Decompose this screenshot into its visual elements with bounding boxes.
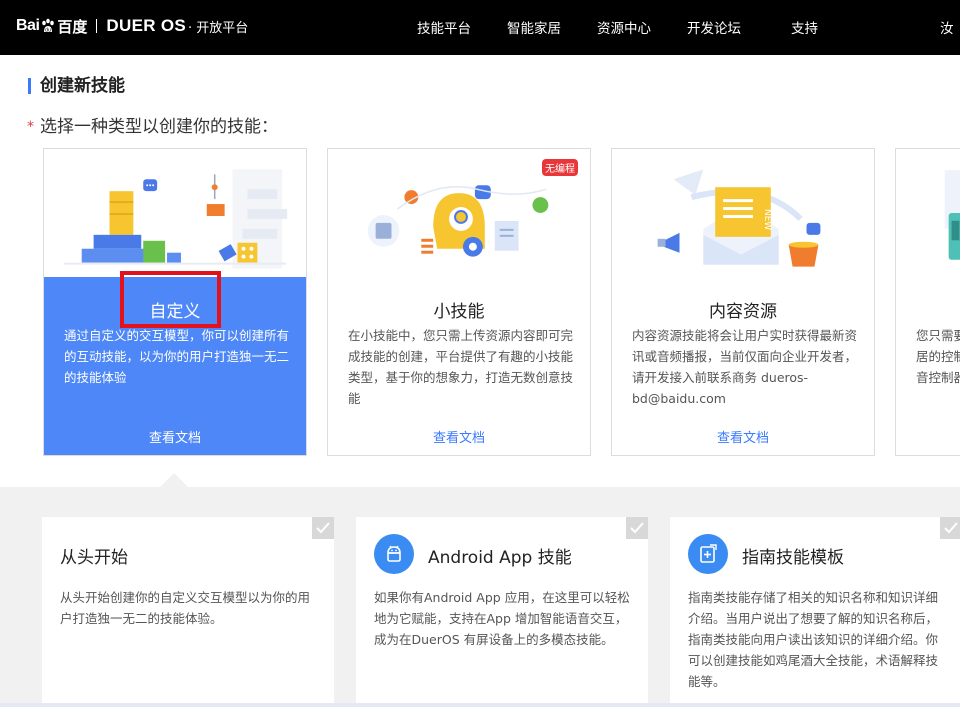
check-icon	[316, 522, 330, 534]
view-docs-link[interactable]: 查看文档	[44, 427, 306, 446]
check-icon	[630, 522, 644, 534]
logo-baidu-cn-text: 百度	[57, 17, 88, 36]
template-description: 如果你有Android App 应用，在这里可以轻松地为它赋能，支持在App 增…	[374, 590, 630, 647]
nav-support[interactable]: 支持	[791, 17, 818, 37]
skill-type-card-content[interactable]: NEW 内容资源 内容资源技能将会让用户实时获得最新资讯或音频播报，当前仅面向企…	[611, 148, 875, 456]
card-title: 内容资源	[709, 302, 777, 322]
card-description: 在小技能中，您只需上传资源内容即可完成技能的创建，平台提供了有趣的小技能类型，基…	[348, 328, 574, 406]
logo-baidu-text: Bai	[16, 17, 40, 34]
logo-dueros-text: DUER OS	[106, 16, 186, 35]
android-icon-badge	[374, 534, 414, 574]
skill-type-prompt: * 选择一种类型以创建你的技能：	[27, 112, 278, 137]
logo-platform-text: · 开放平台	[187, 20, 249, 36]
nav-smart-home[interactable]: 智能家居	[507, 17, 561, 37]
svg-text:du: du	[45, 28, 51, 34]
template-card-from-scratch[interactable]: 从头开始 从头开始创建你的自定义交互模型以为你的用户打造独一无二的技能体验。	[42, 517, 334, 707]
smart-home-illustration	[944, 170, 960, 260]
custom-blocks-illustration	[63, 169, 288, 269]
guide-icon-badge	[688, 534, 728, 574]
baidu-paw-icon: du	[42, 18, 55, 34]
view-docs-link[interactable]: 查看文档	[612, 427, 874, 446]
nav-resource-center[interactable]: 资源中心	[597, 17, 651, 37]
nav-skill-platform[interactable]: 技能平台	[417, 17, 471, 37]
section-title: 创建新技能	[28, 76, 125, 96]
template-card-android-app[interactable]: Android App 技能 如果你有Android App 应用，在这里可以轻…	[356, 517, 648, 707]
nav-user[interactable]: 汝	[940, 17, 954, 37]
skill-type-card-mini[interactable]: 无编程 小技能 在小技能中，您只需上传资源内容即可完成技能的创建，平台提供了有趣…	[327, 148, 591, 456]
required-mark: *	[27, 119, 34, 135]
check-corner	[312, 517, 334, 539]
template-card-guide[interactable]: 指南技能模板 指南类技能存储了相关的知识名称和知识详细介绍。当用户说出了想要了解…	[670, 517, 960, 707]
nav-dev-forum[interactable]: 开发论坛	[687, 17, 741, 37]
template-description: 指南类技能存储了相关的知识名称和知识详细介绍。当用户说出了想要了解的知识名称后，…	[688, 590, 939, 689]
check-corner	[626, 517, 648, 539]
no-coding-badge: 无编程	[542, 159, 578, 176]
new-label: NEW	[762, 209, 772, 230]
baidu-dueros-logo[interactable]: Bai du 百度 DUER OS · 开放平台	[16, 14, 248, 38]
content-news-illustration: NEW	[657, 169, 821, 267]
template-title: Android App 技能	[428, 548, 572, 568]
selection-highlight-box	[120, 271, 221, 328]
card-description: 内容资源技能将会让用户实时获得最新资讯或音频播报，当前仅面向企业开发者，请开发接…	[632, 328, 858, 406]
template-description: 从头开始创建你的自定义交互模型以为你的用户打造独一无二的技能体验。	[60, 590, 311, 626]
android-icon	[387, 545, 401, 562]
template-title: 指南技能模板	[742, 548, 844, 568]
card-title: 小技能	[433, 302, 485, 322]
guide-icon	[700, 544, 717, 563]
footer-divider	[0, 703, 960, 707]
logo-separator	[96, 19, 98, 33]
selection-pointer	[160, 473, 188, 487]
skill-type-prompt-text: 选择一种类型以创建你的技能：	[40, 117, 278, 137]
card-description: 您只需要居的控制音控制器	[916, 328, 960, 385]
check-icon	[944, 522, 958, 534]
top-nav-bar: Bai du 百度 DUER OS · 开放平台 技能平台 智能家居 资源中心 …	[0, 0, 960, 55]
view-docs-link[interactable]: 查看文档	[328, 427, 590, 446]
check-corner	[940, 517, 960, 539]
template-title: 从头开始	[60, 548, 128, 568]
card-description: 通过自定义的交互模型，你可以创建所有的互动技能，以为你的用户打造独一无二的技能体…	[64, 328, 290, 385]
skill-type-card-smart-home[interactable]: 您只需要居的控制音控制器	[895, 148, 960, 456]
